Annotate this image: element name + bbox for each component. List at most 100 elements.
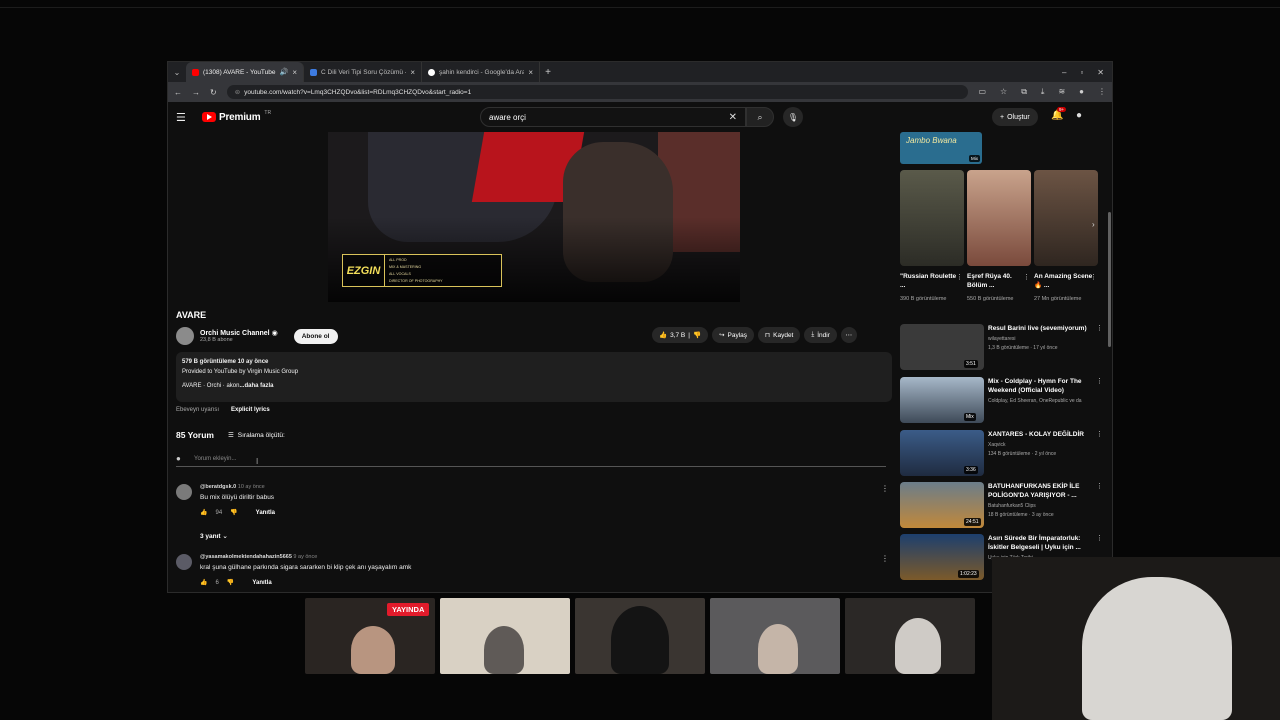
close-tab-icon[interactable]: × bbox=[292, 68, 297, 77]
reload-icon[interactable]: ↻ bbox=[210, 88, 217, 97]
mix-thumbnail[interactable]: Jambo Bwana Mix bbox=[900, 132, 982, 164]
maximize-icon[interactable]: ▫ bbox=[1080, 68, 1083, 77]
short-title[interactable]: Eşref Rüya 40. Bölüm ... bbox=[967, 272, 1027, 290]
sort-comments-button[interactable]: ☰ Sıralama ölçütü: bbox=[228, 431, 285, 440]
video-title-link[interactable]: Asırı Sürede Bir İmparatorluk: İskitler … bbox=[988, 534, 1088, 552]
comment-author[interactable]: @beratdgsk.0 bbox=[200, 484, 236, 490]
thumbs-down-icon[interactable]: 👎 bbox=[693, 331, 701, 339]
youtube-logo[interactable]: Premium TR bbox=[202, 110, 272, 123]
save-button[interactable]: ⊓ Kaydet bbox=[758, 327, 801, 343]
menu-kebab-icon[interactable]: ⋮ bbox=[1098, 87, 1106, 97]
search-button[interactable]: ⌕ bbox=[746, 107, 774, 127]
replies-toggle[interactable]: 3 yanıt ⌄ bbox=[200, 532, 228, 540]
forward-icon[interactable]: → bbox=[192, 88, 200, 97]
comment-like-icon[interactable]: 👍 bbox=[200, 579, 207, 586]
video-title-link[interactable]: Mix - Coldplay - Hymn For The Weekend (O… bbox=[988, 377, 1088, 395]
video-title-link[interactable]: BATUHANFURKAN5 EKİP İLE POLİGON'DA YARIŞ… bbox=[988, 482, 1088, 500]
recommended-video[interactable]: Mix Mix - Coldplay - Hymn For The Weeken… bbox=[900, 377, 1103, 425]
save-label: Kaydet bbox=[773, 331, 794, 339]
back-icon[interactable]: ← bbox=[174, 88, 182, 97]
close-window-icon[interactable]: ✕ bbox=[1097, 68, 1104, 77]
chevron-right-icon[interactable]: › bbox=[1092, 220, 1095, 229]
webcam-feed bbox=[440, 598, 570, 674]
channel-avatar[interactable] bbox=[176, 327, 194, 345]
channel-name[interactable]: wilayettaresi bbox=[988, 335, 1092, 344]
channel-name[interactable]: Xaqvick bbox=[988, 441, 1092, 450]
recommended-video[interactable]: 3:51 Resul Barini live (sevemiyorum) wil… bbox=[900, 324, 1103, 372]
close-tab-icon[interactable]: × bbox=[528, 68, 533, 77]
tab-search-icon[interactable]: ⌄ bbox=[168, 68, 186, 77]
short-title[interactable]: An Amazing Scene 🔥 ... bbox=[1034, 272, 1094, 290]
recommended-video[interactable]: 3:36 XANTARES - KOLAY DEĞİLDİR Xaqvick 1… bbox=[900, 430, 1103, 478]
bookmark-star-icon[interactable]: ☆ bbox=[1000, 87, 1007, 97]
tab-label: (1308) AVARE - YouTube bbox=[203, 68, 276, 76]
comment-dislike-icon[interactable]: 👎 bbox=[230, 509, 237, 516]
minimize-icon[interactable]: – bbox=[1062, 68, 1066, 77]
reply-button[interactable]: Yanıtla bbox=[256, 510, 275, 516]
speaker-icon[interactable]: 🔊 bbox=[280, 68, 289, 76]
channel-name[interactable]: Orchi Music Channel ◉ bbox=[200, 329, 278, 337]
add-comment-field[interactable]: ● Yorum ekleyin... bbox=[176, 454, 886, 467]
tab-google[interactable]: şahin kendirci - Google'da Ara × bbox=[422, 62, 540, 82]
short-title[interactable]: "Russian Roulette ... bbox=[900, 272, 960, 290]
channel-name[interactable]: Batuhanfurkan5 Clips bbox=[988, 502, 1092, 511]
share-button[interactable]: ↪ Paylaş bbox=[712, 327, 755, 343]
download-icon[interactable]: ⤓ bbox=[1041, 87, 1045, 97]
channel-name[interactable]: Coldplay, Ed Sheeran, OneRepublic ve da bbox=[988, 397, 1092, 406]
search-input[interactable]: aware orçi ✕ bbox=[480, 107, 746, 127]
reply-button[interactable]: Yanıtla bbox=[252, 580, 271, 586]
show-more-link[interactable]: ...daha fazla bbox=[239, 383, 273, 389]
account-avatar[interactable]: ● bbox=[1076, 110, 1087, 124]
tab-c-dili[interactable]: C Dili Veri Tipi Soru Çözümü - × bbox=[304, 62, 422, 82]
replies-label: 3 yanıt bbox=[200, 533, 221, 540]
comment-dislike-icon[interactable]: 👎 bbox=[227, 579, 234, 586]
create-button[interactable]: + Oluştur bbox=[992, 108, 1038, 126]
short-menu-icon[interactable]: ⋮ bbox=[956, 273, 963, 281]
logo-region: TR bbox=[264, 110, 272, 116]
description-box[interactable]: 579 B görüntüleme 10 ay önce Provided to… bbox=[176, 352, 892, 402]
voice-search-button[interactable]: 🎙 bbox=[783, 107, 803, 127]
extensions-icon[interactable]: ⧉ bbox=[1021, 87, 1027, 97]
new-tab-icon[interactable]: + bbox=[540, 67, 556, 78]
video-title-link[interactable]: XANTARES - KOLAY DEĞİLDİR bbox=[988, 430, 1088, 439]
media-icon[interactable]: ≋ bbox=[1058, 87, 1065, 97]
comment-actions: 👍 94 👎 Yanıtla bbox=[200, 509, 275, 517]
cast-icon[interactable]: ▭ bbox=[978, 87, 986, 97]
short-menu-icon[interactable]: ⋮ bbox=[1023, 273, 1030, 281]
tab-youtube[interactable]: (1308) AVARE - YouTube 🔊 × bbox=[186, 62, 304, 82]
commenter-avatar[interactable] bbox=[176, 554, 192, 570]
comment-menu-icon[interactable]: ⋮ bbox=[881, 554, 889, 563]
video-menu-icon[interactable]: ⋮ bbox=[1096, 534, 1103, 542]
site-info-icon[interactable]: ⊜ bbox=[235, 88, 240, 96]
video-menu-icon[interactable]: ⋮ bbox=[1096, 430, 1103, 438]
url-field[interactable]: ⊜ youtube.com/watch?v=Lmq3CHZQDvo&list=R… bbox=[226, 85, 969, 99]
video-duration: 3:36 bbox=[964, 466, 978, 474]
video-menu-icon[interactable]: ⋮ bbox=[1096, 377, 1103, 385]
comment-menu-icon[interactable]: ⋮ bbox=[881, 484, 889, 493]
short-views: 550 B görüntüleme bbox=[967, 296, 1014, 302]
short-thumbnail[interactable] bbox=[900, 170, 964, 266]
short-thumbnail[interactable] bbox=[967, 170, 1031, 266]
parental-value: Explicit lyrics bbox=[231, 407, 270, 413]
clear-search-icon[interactable]: ✕ bbox=[729, 112, 737, 123]
browser-window: ⌄ (1308) AVARE - YouTube 🔊 × C Dili Veri… bbox=[167, 61, 1113, 593]
notifications-button[interactable]: 🔔 9+ bbox=[1051, 107, 1067, 121]
commenter-avatar[interactable] bbox=[176, 484, 192, 500]
comment-like-icon[interactable]: 👍 bbox=[200, 509, 207, 516]
video-title-link[interactable]: Resul Barini live (sevemiyorum) bbox=[988, 324, 1088, 333]
profile-icon[interactable]: ● bbox=[1079, 87, 1084, 97]
more-actions-icon[interactable]: ⋯ bbox=[840, 327, 857, 343]
video-menu-icon[interactable]: ⋮ bbox=[1096, 482, 1103, 490]
credits-logo: EZGIN bbox=[343, 255, 385, 286]
comment-author[interactable]: @yasamakolmektendahahazin5665 bbox=[200, 554, 292, 560]
recommended-video[interactable]: 24:51 BATUHANFURKAN5 EKİP İLE POLİGON'DA… bbox=[900, 482, 1103, 530]
short-menu-icon[interactable]: ⋮ bbox=[1090, 273, 1097, 281]
page-scrollbar[interactable] bbox=[1108, 212, 1111, 347]
subscribe-button[interactable]: Abone ol bbox=[293, 328, 338, 344]
download-button[interactable]: ⤓ İndir bbox=[804, 327, 837, 343]
short-thumbnail[interactable] bbox=[1034, 170, 1098, 266]
like-button[interactable]: 👍 3,7 B | 👎 bbox=[652, 327, 709, 343]
video-menu-icon[interactable]: ⋮ bbox=[1096, 324, 1103, 332]
hamburger-menu-icon[interactable]: ☰ bbox=[176, 111, 196, 124]
close-tab-icon[interactable]: × bbox=[410, 68, 415, 77]
